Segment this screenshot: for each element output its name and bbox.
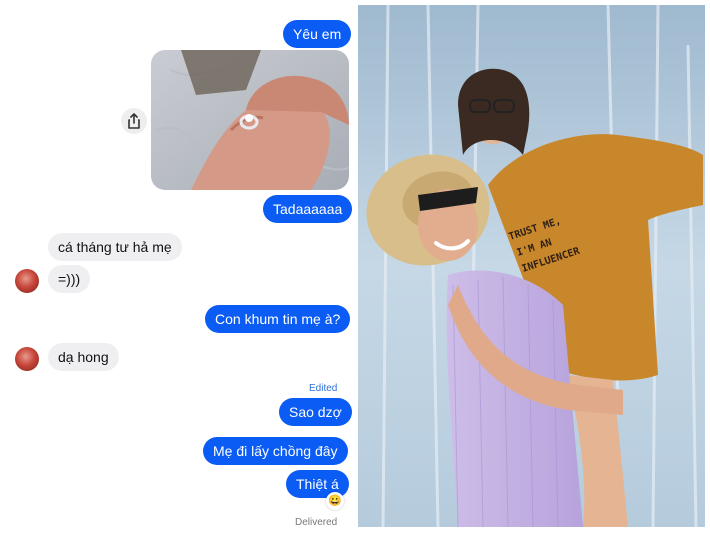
smile-icon: 😀 — [328, 494, 342, 507]
ring-photo — [151, 50, 349, 190]
edited-label: Edited — [309, 383, 338, 394]
message-bubble-outgoing[interactable]: Tadaaaaaa — [263, 195, 353, 223]
message-bubble-incoming[interactable]: =))) — [48, 265, 91, 293]
message-bubble-outgoing[interactable]: Mẹ đi lấy chồng đây — [203, 437, 348, 465]
chat-thread: Yêu em Tadaaaaaa cá tháng tư hả mẹ =))) … — [0, 0, 357, 533]
mother-daughter-photo: TRUST ME, I'M AN INFLUENCER — [358, 5, 705, 527]
ring-photo-message[interactable] — [151, 50, 349, 190]
message-bubble-outgoing[interactable]: Sao dzợ — [279, 398, 352, 426]
avatar[interactable] — [15, 347, 39, 371]
photo-image: TRUST ME, I'M AN INFLUENCER — [358, 5, 705, 527]
message-bubble-outgoing[interactable]: Con khum tin mẹ à? — [205, 305, 351, 333]
message-bubble-incoming[interactable]: cá tháng tư hả mẹ — [48, 233, 182, 261]
avatar[interactable] — [15, 269, 39, 293]
share-icon — [128, 113, 140, 129]
message-bubble-incoming[interactable]: dạ hong — [48, 343, 119, 371]
share-button[interactable] — [121, 108, 147, 134]
delivered-status: Delivered — [295, 517, 338, 528]
message-bubble-outgoing[interactable]: Yêu em — [283, 20, 352, 48]
reaction-emoji[interactable]: 😀 — [326, 492, 344, 510]
